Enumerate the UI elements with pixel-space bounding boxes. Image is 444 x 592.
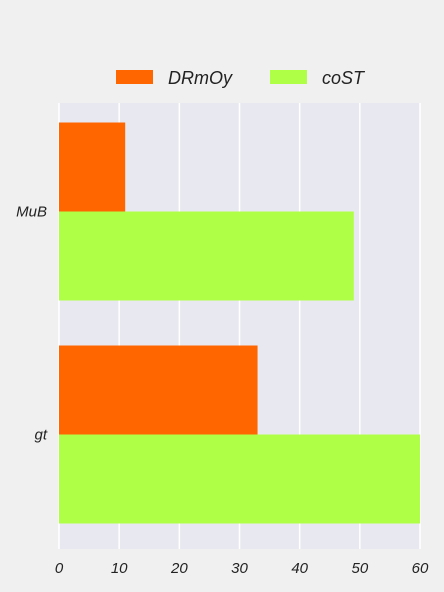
x-tick-label: 30	[231, 560, 248, 577]
x-tick-label: 50	[351, 560, 368, 577]
bar-coST-gt	[59, 434, 420, 524]
legend-label-DRmOy: DRmOy	[168, 68, 233, 88]
bar-chart: 0 10 20 30 40 50 60 MuB gt DRmOy coST	[16, 68, 429, 577]
y-axis-categories: MuB gt	[16, 204, 48, 444]
y-category-label: MuB	[16, 204, 47, 221]
x-axis-ticks: 0 10 20 30 40 50 60	[55, 560, 429, 577]
x-tick-label: 0	[55, 560, 64, 577]
x-tick-label: 60	[412, 560, 429, 577]
x-tick-label: 40	[291, 560, 308, 577]
bar-DRmOy-gt	[59, 345, 258, 435]
legend-label-coST: coST	[322, 68, 366, 88]
bar-DRmOy-MuB	[59, 122, 126, 212]
legend: DRmOy coST	[116, 68, 366, 88]
legend-swatch-coST	[270, 70, 307, 84]
bar-coST-MuB	[59, 211, 354, 301]
x-tick-label: 20	[170, 560, 188, 577]
x-tick-label: 10	[111, 560, 128, 577]
y-category-label: gt	[34, 427, 47, 444]
legend-swatch-DRmOy	[116, 70, 153, 84]
